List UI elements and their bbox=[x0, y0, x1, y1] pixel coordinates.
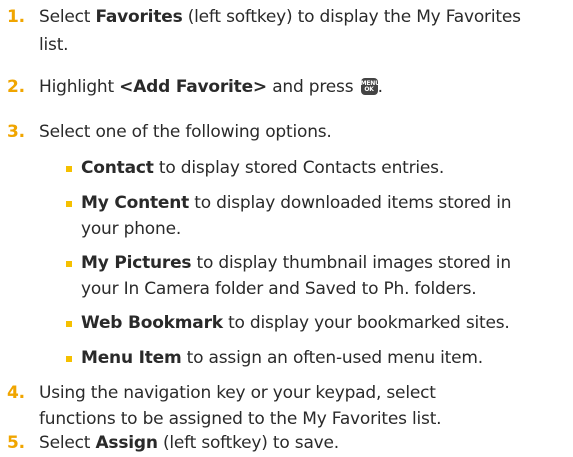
bullet-icon bbox=[66, 261, 72, 267]
step-keyword: Favorites bbox=[95, 7, 183, 27]
option-label: Menu Item bbox=[81, 348, 182, 368]
option-web-bookmark: Web Bookmark to display your bookmarked … bbox=[66, 310, 510, 336]
option-text: your In Camera folder and Saved to Ph. f… bbox=[81, 279, 477, 299]
option-menu-item: Menu Item to assign an often-used menu i… bbox=[66, 345, 483, 371]
step-keyword: Assign bbox=[95, 433, 158, 453]
option-text: to display thumbnail images stored in bbox=[191, 253, 512, 273]
bullet-icon bbox=[66, 201, 72, 207]
option-text: to display your bookmarked sites. bbox=[222, 313, 510, 333]
option-contact: Contact to display stored Contacts entri… bbox=[66, 155, 445, 181]
menu-ok-key-icon: MENU OK bbox=[360, 78, 380, 95]
step-text: Using the navigation key or your keypad,… bbox=[39, 383, 436, 403]
bullet-icon bbox=[66, 356, 72, 362]
step-keyword: <Add Favorite> bbox=[119, 77, 267, 97]
step-text: functions to be assigned to the My Favor… bbox=[39, 409, 442, 429]
step-number: 2. bbox=[7, 77, 25, 97]
option-my-content: My Content to display downloaded items s… bbox=[66, 190, 512, 242]
option-my-pictures: My Pictures to display thumbnail images … bbox=[66, 250, 512, 302]
step-number: 3. bbox=[7, 122, 25, 142]
step-text: Select one of the following options. bbox=[39, 122, 332, 142]
step-text: Select bbox=[39, 7, 96, 27]
step-text: Highlight bbox=[39, 77, 120, 97]
step-text: (left softkey) to display the My Favorit… bbox=[182, 7, 521, 27]
option-label: Web Bookmark bbox=[81, 313, 223, 333]
step-text: list. bbox=[39, 35, 69, 55]
bullet-icon bbox=[66, 321, 72, 327]
bullet-icon bbox=[66, 166, 72, 172]
step-text: (left softkey) to save. bbox=[157, 433, 339, 453]
step-text: and press bbox=[266, 77, 354, 97]
option-label: My Content bbox=[81, 193, 190, 213]
option-label: My Pictures bbox=[81, 253, 192, 273]
option-text: to display stored Contacts entries. bbox=[153, 158, 445, 178]
step-text: Select bbox=[39, 433, 96, 453]
step-number: 5. bbox=[7, 433, 25, 453]
option-label: Contact bbox=[81, 158, 154, 178]
option-text: to display downloaded items stored in bbox=[189, 193, 512, 213]
step-number: 1. bbox=[7, 7, 25, 27]
step-number: 4. bbox=[7, 383, 25, 403]
option-text: your phone. bbox=[81, 219, 182, 239]
option-text: to assign an often-used menu item. bbox=[181, 348, 483, 368]
